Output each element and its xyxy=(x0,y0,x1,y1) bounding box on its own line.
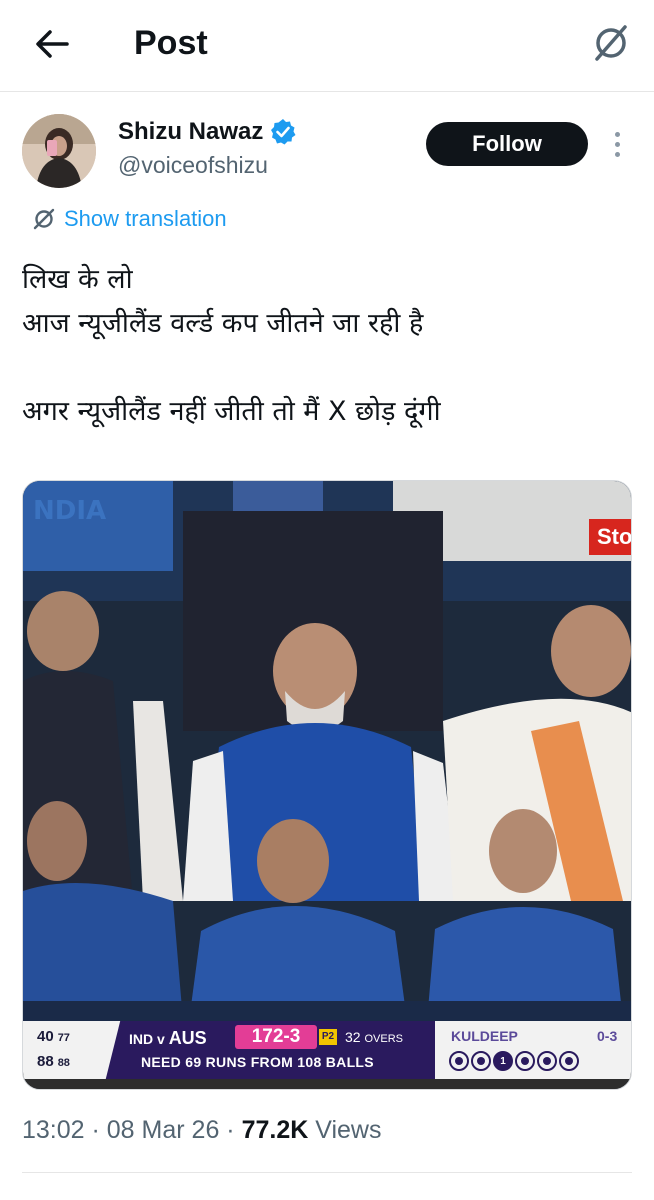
batter-1-balls: 77 xyxy=(57,1032,70,1044)
tweet-line: अगर न्यूजीलैंड नहीं जीती तो मैं X छोड़ द… xyxy=(22,396,441,427)
ball-indicator xyxy=(515,1051,535,1071)
batter-2-runs: 88 xyxy=(37,1053,54,1070)
back-button[interactable] xyxy=(30,22,74,66)
tweet-line: ​ xyxy=(22,346,632,390)
post-time: 13:02 xyxy=(22,1116,85,1144)
team-score: 172-3 xyxy=(235,1025,317,1049)
ball-indicator xyxy=(559,1051,579,1071)
tweet-text: लिख के लो आज न्यूजीलैंड वर्ल्ड कप जीतने … xyxy=(22,258,632,434)
batter-1-runs: 40 xyxy=(37,1028,54,1045)
divider xyxy=(22,1172,632,1173)
top-bar: Post xyxy=(0,0,654,92)
views-count[interactable]: 77.2K xyxy=(242,1116,309,1144)
bowler-panel: KULDEEP 0-3 1 xyxy=(435,1021,631,1079)
match-teams: IND v AUS xyxy=(129,1028,207,1049)
breaking-stamp: Sto xyxy=(589,519,631,555)
powerplay-badge: P2 xyxy=(319,1029,337,1045)
more-vertical-icon xyxy=(614,131,620,137)
overs: 32 OVERS xyxy=(345,1029,403,1045)
post-date: 08 Mar 26 xyxy=(106,1116,220,1144)
teams-big: AUS xyxy=(168,1028,207,1048)
ball-indicator: 1 xyxy=(493,1051,513,1071)
grok-icon xyxy=(33,208,55,230)
show-translation-label: Show translation xyxy=(64,206,227,231)
teams-small: IND v xyxy=(129,1031,165,1047)
batter-2-balls: 88 xyxy=(57,1057,70,1069)
batter-2-score: 88 88 xyxy=(37,1053,70,1070)
over-balls: 1 xyxy=(449,1051,579,1071)
author-display-name: Shizu Nawaz xyxy=(118,118,264,145)
scorebar: 40 77 88 88 IND v AUS 172-3 P2 32 OVERS NE… xyxy=(23,1021,631,1079)
overs-label: OVERS xyxy=(364,1033,403,1045)
grok-icon xyxy=(595,25,627,61)
svg-text:NDIA: NDIA xyxy=(33,496,106,526)
avatar[interactable] xyxy=(22,114,96,188)
page-title: Post xyxy=(134,24,208,62)
stadium-photo: NDIA xyxy=(23,481,631,1089)
bowler-name: KULDEEP xyxy=(451,1028,518,1044)
tweet-media[interactable]: NDIA Sto 40 77 88 88 IND v AUS 172-3 P2 … xyxy=(22,480,632,1090)
grok-button[interactable] xyxy=(586,18,636,68)
overs-value: 32 xyxy=(345,1029,361,1045)
verified-badge-icon xyxy=(271,119,296,145)
more-dot xyxy=(614,151,620,157)
views-label: Views xyxy=(315,1116,382,1144)
ball-indicator xyxy=(449,1051,469,1071)
batter-1-score: 40 77 xyxy=(37,1028,70,1045)
ball-indicator xyxy=(471,1051,491,1071)
author-handle[interactable]: @voiceofshizu xyxy=(118,152,268,179)
author-name[interactable]: Shizu Nawaz xyxy=(118,118,297,146)
post-meta: 13:02 · 08 Mar 26 · 77.2K Views xyxy=(22,1116,381,1145)
arrow-left-icon xyxy=(36,30,69,58)
more-dot xyxy=(614,141,620,147)
meta-separator: · xyxy=(219,1116,242,1144)
ball-indicator xyxy=(537,1051,557,1071)
show-translation-link[interactable]: Show translation xyxy=(32,206,227,232)
score-panel: IND v AUS 172-3 P2 32 OVERS NEED 69 RUNS… xyxy=(119,1021,449,1079)
bowler-figures: 0-3 xyxy=(597,1028,618,1044)
more-options-button[interactable] xyxy=(604,126,630,162)
avatar-image xyxy=(22,114,96,188)
target-text: NEED 69 RUNS FROM 108 BALLS xyxy=(141,1054,374,1070)
tweet-line: लिख के लो xyxy=(22,264,133,295)
follow-button[interactable]: Follow xyxy=(426,122,588,166)
tweet-line: आज न्यूजीलैंड वर्ल्ड कप जीतने जा रही है xyxy=(22,308,424,339)
meta-separator: · xyxy=(84,1116,107,1144)
